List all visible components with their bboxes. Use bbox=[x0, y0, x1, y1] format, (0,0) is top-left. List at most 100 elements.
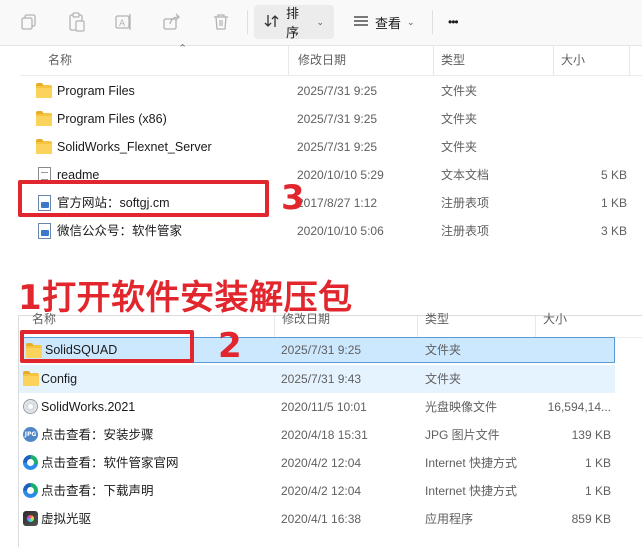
file-size: 16,594,14... bbox=[547, 400, 611, 414]
file-size: 5 KB bbox=[600, 168, 627, 182]
app-icon bbox=[23, 511, 39, 527]
file-date: 2025/7/31 9:25 bbox=[297, 112, 378, 126]
column-type[interactable]: 类型 bbox=[433, 46, 465, 76]
file-name: SolidWorks.2021 bbox=[41, 400, 136, 414]
file-type: 光盘映像文件 bbox=[425, 400, 498, 414]
column-name[interactable]: 名称 bbox=[40, 46, 72, 76]
file-date: 2020/4/1 16:38 bbox=[281, 512, 362, 526]
file-type: 注册表项 bbox=[441, 224, 490, 238]
list-item[interactable]: 微信公众号：软件管家 2020/10/10 5:06 注册表项 3 KB bbox=[20, 217, 642, 245]
file-type: 文件夹 bbox=[441, 112, 478, 126]
column-size[interactable]: 大小 bbox=[535, 313, 567, 336]
list-item[interactable]: Program Files 2025/7/31 9:25 文件夹 bbox=[20, 77, 642, 105]
rename-icon[interactable]: A bbox=[112, 10, 136, 34]
file-type: Internet 快捷方式 bbox=[425, 456, 518, 470]
chevron-down-icon: ⌄ bbox=[407, 16, 415, 27]
file-date: 2025/7/31 9:25 bbox=[297, 84, 378, 98]
file-type: 文件夹 bbox=[441, 140, 478, 154]
file-type: 应用程序 bbox=[425, 512, 474, 526]
file-date: 2025/7/31 9:25 bbox=[281, 343, 362, 357]
file-type: 文件夹 bbox=[425, 372, 462, 386]
toolbar-divider bbox=[432, 10, 433, 34]
sort-button[interactable]: 排序 ⌄ bbox=[254, 5, 334, 40]
annotation-step3-number: 3 bbox=[281, 178, 305, 218]
file-type: JPG 图片文件 bbox=[425, 428, 500, 442]
file-date: 2017/8/27 1:12 bbox=[297, 196, 378, 210]
file-name: Config bbox=[41, 372, 78, 386]
jpg-icon: JPG bbox=[23, 427, 39, 443]
list-item[interactable]: Program Files (x86) 2025/7/31 9:25 文件夹 bbox=[20, 105, 642, 133]
list-item[interactable]: SolidWorks_Flexnet_Server 2025/7/31 9:25… bbox=[20, 133, 642, 161]
list-item[interactable]: Config 2025/7/31 9:43 文件夹 bbox=[19, 365, 615, 393]
folder-icon bbox=[23, 371, 39, 387]
chevron-down-icon: ⌄ bbox=[316, 16, 324, 27]
column-size[interactable]: 大小 bbox=[553, 46, 585, 76]
file-type: 文本文档 bbox=[441, 168, 490, 182]
file-date: 2025/7/31 9:43 bbox=[281, 372, 362, 386]
disc-image-icon bbox=[23, 399, 39, 415]
file-name: Program Files bbox=[57, 84, 135, 98]
column-date[interactable]: 修改日期 bbox=[274, 313, 330, 336]
file-size: 859 KB bbox=[571, 512, 611, 526]
copy-icon[interactable] bbox=[17, 10, 41, 34]
edge-shortcut-icon bbox=[23, 483, 39, 499]
file-size: 1 KB bbox=[600, 196, 627, 210]
command-bar: A 排序 ⌄ 查看 ⌄ ••• bbox=[0, 0, 642, 46]
more-options-button[interactable]: ••• bbox=[438, 5, 474, 39]
file-type: 文件夹 bbox=[441, 84, 478, 98]
file-date: 2025/7/31 9:25 bbox=[297, 140, 378, 154]
paste-icon[interactable] bbox=[65, 10, 89, 34]
toolbar-divider bbox=[247, 10, 248, 34]
file-date: 2020/11/5 10:01 bbox=[281, 400, 367, 414]
file-name: 微信公众号：软件管家 bbox=[57, 224, 183, 238]
list-item[interactable]: SolidWorks.2021 2020/11/5 10:01 光盘映像文件 1… bbox=[19, 393, 641, 421]
svg-text:A: A bbox=[119, 19, 126, 29]
file-size bbox=[537, 338, 612, 362]
file-date: 2020/10/10 5:29 bbox=[297, 168, 384, 182]
sort-label: 排序 bbox=[286, 6, 300, 40]
file-date: 2020/10/10 5:06 bbox=[297, 224, 384, 238]
file-date: 2020/4/2 12:04 bbox=[281, 484, 362, 498]
file-type: 注册表项 bbox=[441, 196, 490, 210]
file-name: SolidWorks_Flexnet_Server bbox=[57, 140, 212, 154]
file-size bbox=[550, 77, 627, 105]
delete-icon[interactable] bbox=[209, 10, 233, 34]
sort-icon bbox=[264, 13, 280, 32]
registry-file-icon bbox=[36, 223, 52, 239]
folder-icon bbox=[36, 83, 52, 99]
column-date[interactable]: 修改日期 bbox=[290, 46, 346, 76]
annotation-step2-number: 2 bbox=[218, 326, 242, 366]
file-name: 点击查看：下载声明 bbox=[41, 484, 154, 498]
file-size bbox=[550, 105, 627, 133]
file-size: 3 KB bbox=[600, 224, 627, 238]
folder-icon bbox=[36, 111, 52, 127]
annotation-box-step3 bbox=[18, 180, 269, 217]
file-size: 139 KB bbox=[571, 428, 611, 442]
view-label: 查看 bbox=[375, 15, 402, 31]
view-button[interactable]: 查看 ⌄ bbox=[343, 5, 427, 39]
view-icon bbox=[353, 13, 369, 32]
column-header-row: ⌃ 名称 修改日期 类型 大小 bbox=[20, 43, 642, 76]
file-list-top: ⌃ 名称 修改日期 类型 大小 Program Files 2025/7/31 … bbox=[0, 43, 642, 251]
column-type[interactable]: 类型 bbox=[417, 313, 449, 336]
file-size: 1 KB bbox=[584, 456, 611, 470]
file-type: Internet 快捷方式 bbox=[425, 484, 518, 498]
file-date: 2020/4/18 15:31 bbox=[281, 428, 368, 442]
annotation-box-step2 bbox=[20, 330, 194, 363]
file-date: 2020/4/2 12:04 bbox=[281, 456, 362, 470]
edge-shortcut-icon bbox=[23, 455, 39, 471]
file-size bbox=[536, 365, 611, 393]
list-item[interactable]: 虚拟光驱 2020/4/1 16:38 应用程序 859 KB bbox=[19, 505, 641, 533]
list-item[interactable]: 点击查看：下载声明 2020/4/2 12:04 Internet 快捷方式 1… bbox=[19, 477, 641, 505]
more-icon: ••• bbox=[448, 15, 459, 29]
file-size: 1 KB bbox=[584, 484, 611, 498]
list-item[interactable]: 点击查看：软件管家官网 2020/4/2 12:04 Internet 快捷方式… bbox=[19, 449, 641, 477]
file-name: 虚拟光驱 bbox=[41, 512, 92, 526]
sort-ascending-icon: ⌃ bbox=[178, 43, 188, 55]
folder-icon bbox=[36, 139, 52, 155]
list-item[interactable]: JPG 点击查看：安装步骤 2020/4/18 15:31 JPG 图片文件 1… bbox=[19, 421, 641, 449]
file-name: Program Files (x86) bbox=[57, 112, 167, 126]
share-icon[interactable] bbox=[160, 10, 184, 34]
file-name: 点击查看：安装步骤 bbox=[41, 428, 154, 442]
file-size bbox=[550, 133, 627, 161]
